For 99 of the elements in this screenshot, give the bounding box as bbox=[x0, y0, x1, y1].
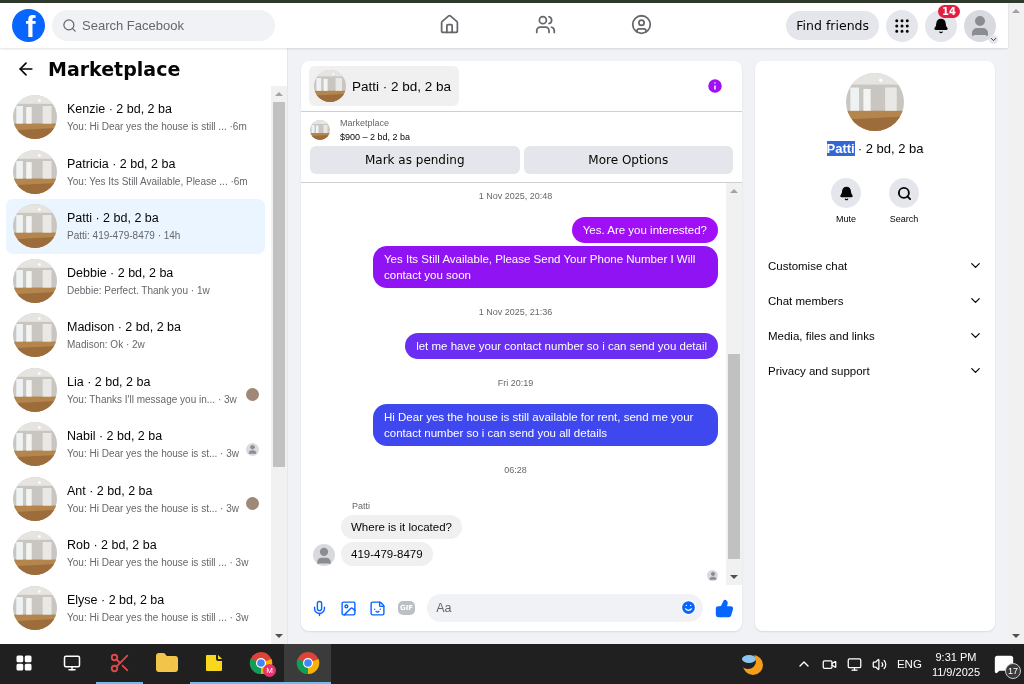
apps-button[interactable] bbox=[886, 9, 918, 42]
notification-badge: 14 bbox=[938, 4, 960, 18]
message-preview: Madison: Ok · 2w bbox=[67, 339, 146, 351]
conversation-item[interactable]: Kenzie · 2 bd, 2 ba You: Hi Dear yes the house is still ... ·6m bbox=[6, 90, 265, 145]
conversation-name: Kenzie · 2 bd, 2 ba bbox=[67, 102, 173, 117]
scissors-icon bbox=[108, 652, 131, 674]
bell-icon bbox=[933, 17, 949, 34]
conversation-name: Nabil · 2 bd, 2 ba bbox=[67, 429, 164, 444]
conversation-item[interactable]: Elyse · 2 bd, 2 ba You: Hi Dear yes the house is still ... · 3w bbox=[6, 580, 265, 635]
timestamp: 1 Nov 2025, 21:36 bbox=[478, 307, 553, 317]
chat-title: Patti · 2 bd, 2 ba bbox=[352, 78, 452, 94]
folder-icon bbox=[154, 651, 179, 675]
section-title: Media, files and links bbox=[768, 329, 875, 342]
friends-icon bbox=[535, 13, 557, 35]
conversation-item[interactable]: Debbie · 2 bd, 2 ba Debbie: Perfect. Thank you · 1w bbox=[6, 253, 265, 308]
listing-title: · 2 bd, 2 ba bbox=[857, 141, 924, 156]
sent-message: Hi Dear yes the house is still available for rent, send me your contact number so i can send you all details bbox=[373, 404, 718, 446]
clock[interactable]: 9:31 PM 11/9/2025 bbox=[931, 650, 980, 678]
search-button[interactable] bbox=[889, 178, 919, 208]
conversation-item[interactable]: Ant · 2 bd, 2 ba You: Hi Dear yes the house is st... · 3w bbox=[6, 471, 265, 526]
timestamp: Fri 20:19 bbox=[497, 378, 534, 388]
received-message: 419-479-8479 bbox=[341, 542, 433, 566]
scrollbar[interactable] bbox=[271, 86, 287, 644]
chat-title-chip[interactable]: Patti · 2 bd, 2 ba bbox=[309, 66, 460, 106]
conversation-name: Patti · 2 bd, 2 ba bbox=[67, 211, 160, 226]
section-title: Chat members bbox=[768, 294, 844, 307]
action-label: Search bbox=[889, 214, 919, 224]
section-title: Privacy and support bbox=[768, 364, 870, 377]
timestamp: 1 Nov 2025, 20:48 bbox=[478, 191, 553, 201]
message-preview: You: Hi Dear yes the house is still ... · 3w bbox=[67, 611, 250, 623]
message-preview: Patti: 419-479-8479 · 14h bbox=[67, 230, 182, 242]
windows-icon bbox=[15, 654, 33, 672]
home-icon bbox=[439, 13, 461, 35]
search-icon bbox=[62, 18, 77, 33]
sent-message: let me have your contact number so i can send you detail bbox=[405, 333, 718, 359]
listing-summary: $900 – 2 bd, 2 ba bbox=[340, 132, 411, 142]
notification-center-button[interactable]: 17 bbox=[990, 649, 1018, 679]
details-section[interactable]: Privacy and support bbox=[767, 353, 983, 388]
conversation-name: Ant · 2 bd, 2 ba bbox=[67, 483, 154, 498]
notification-badge: 17 bbox=[1005, 663, 1021, 679]
message-preview: You: Hi Dear yes the house is still ... · 3w bbox=[67, 557, 250, 569]
action-label: Mute bbox=[836, 214, 856, 224]
sent-message: Yes Its Still Available, Please Send Your Phone Number I Will contact you soon bbox=[373, 246, 718, 288]
sender-name: Patti bbox=[352, 501, 371, 511]
sidebar-title: Marketplace bbox=[48, 58, 181, 80]
profile-badge: M bbox=[263, 664, 276, 677]
avatar bbox=[313, 544, 335, 566]
logo[interactable]: f bbox=[12, 9, 45, 42]
conversation-item[interactable]: Rob · 2 bd, 2 ba You: Hi Dear yes the house is still ... · 3w bbox=[6, 526, 265, 581]
message-field[interactable]: Aa bbox=[427, 594, 703, 622]
task-view-icon bbox=[63, 654, 81, 672]
info-icon[interactable] bbox=[706, 77, 724, 95]
message-preview: You: Thanks I'll message you in... · 3w bbox=[67, 393, 236, 405]
like-icon[interactable] bbox=[715, 598, 734, 618]
conversation-item[interactable]: Lia · 2 bd, 2 ba You: Thanks I'll message you in... · 3w bbox=[6, 362, 265, 417]
grid-icon bbox=[893, 16, 911, 35]
details-section[interactable]: Chat members bbox=[767, 283, 983, 318]
language-indicator[interactable]: ENG bbox=[896, 658, 922, 670]
listing-source: Marketplace bbox=[340, 118, 391, 128]
taskbar-app[interactable] bbox=[284, 644, 331, 684]
mute-button[interactable] bbox=[831, 178, 861, 208]
sticker-icon[interactable] bbox=[369, 599, 386, 617]
volume-icon[interactable] bbox=[871, 656, 887, 672]
account-button[interactable] bbox=[964, 9, 996, 42]
conversation-item[interactable]: Patricia · 2 bd, 2 ba You: Yes Its Still Available, Please ... ·6m bbox=[6, 144, 265, 199]
conversation-item[interactable]: Nabil · 2 bd, 2 ba You: Hi Dear yes the house is st... · 3w bbox=[6, 417, 265, 472]
bell-icon bbox=[838, 185, 854, 201]
message-preview: You: Yes Its Still Available, Please ... ·6m bbox=[67, 175, 249, 187]
action-button[interactable]: More Options bbox=[523, 146, 733, 174]
conversation-name: Rob · 2 bd, 2 ba bbox=[67, 538, 158, 553]
page-scrollbar[interactable] bbox=[1008, 3, 1024, 644]
chrome-icon bbox=[248, 651, 273, 675]
details-section[interactable]: Customise chat bbox=[767, 248, 983, 283]
search-field[interactable]: Search Facebook bbox=[52, 10, 275, 41]
image-icon[interactable] bbox=[340, 599, 357, 617]
conversation-name: Lia · 2 bd, 2 ba bbox=[67, 374, 152, 389]
conversation-name: Madison · 2 bd, 2 ba bbox=[67, 320, 182, 335]
conversation-item[interactable]: Madison · 2 bd, 2 ba Madison: Ok · 2w bbox=[6, 308, 265, 363]
conversation-name: Patricia · 2 bd, 2 ba bbox=[67, 156, 177, 171]
chrome-icon bbox=[295, 651, 320, 675]
find-friends-button[interactable]: Find friends bbox=[786, 11, 879, 40]
received-message: Where is it located? bbox=[341, 515, 462, 539]
details-section[interactable]: Media, files and links bbox=[767, 318, 983, 353]
microphone-icon[interactable] bbox=[311, 599, 328, 617]
chevron-down-icon bbox=[989, 34, 998, 44]
conversation-name: Debbie · 2 bd, 2 ba bbox=[67, 265, 175, 280]
section-title: Customise chat bbox=[768, 259, 848, 272]
conversation-name: Elyse · 2 bd, 2 ba bbox=[67, 592, 166, 607]
message-preview: Debbie: Perfect. Thank you · 1w bbox=[67, 284, 211, 296]
search-icon bbox=[896, 185, 912, 201]
seen-avatar bbox=[707, 570, 718, 581]
scrollbar[interactable] bbox=[726, 183, 742, 585]
action-button[interactable]: Mark as pending bbox=[310, 146, 520, 174]
sent-message: Yes. Are you interested? bbox=[571, 217, 718, 243]
conversation-item[interactable]: Patti · 2 bd, 2 ba Patti: 419-479-8479 · 14h bbox=[6, 199, 265, 254]
groups-icon bbox=[631, 13, 653, 35]
contact-name: Patti bbox=[826, 141, 855, 156]
timestamp: 06:28 bbox=[504, 465, 527, 475]
message-preview: You: Hi Dear yes the house is still ... ·6m bbox=[67, 121, 248, 133]
